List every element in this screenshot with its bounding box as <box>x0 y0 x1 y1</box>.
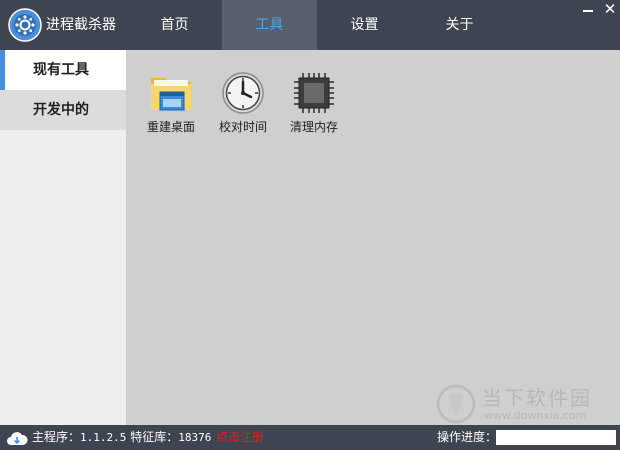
watermark: 当下软件园 www.downxia.com <box>436 382 618 426</box>
main-program-version: 1.1.2.5 <box>80 431 127 444</box>
progress-bar <box>496 430 616 445</box>
tools-panel: 重建桌面 校对时间 清理内存 <box>126 50 620 425</box>
sidebar-item-in-development[interactable]: 开发中的 <box>0 90 126 130</box>
feature-lib-version: 18376 <box>178 431 212 444</box>
version-info: 主程序：1.1.2.5 特征库：18376 <box>32 425 211 450</box>
tab-settings[interactable]: 设置 <box>317 0 412 50</box>
tool-clean-memory[interactable]: 清理内存 <box>284 70 344 135</box>
feature-lib-label: 特征库： <box>130 430 179 444</box>
status-bar: 主程序：1.1.2.5 特征库：18376 点击注册 操作进度： <box>0 425 620 450</box>
folder-window-icon <box>148 70 194 116</box>
sidebar: 现有工具 开发中的 <box>0 50 126 425</box>
minimize-icon <box>583 10 593 12</box>
app-title: 进程截杀器 <box>46 17 116 33</box>
close-icon: ✕ <box>603 0 617 18</box>
watermark-name: 当下软件园 <box>482 386 592 410</box>
cloud-icon <box>6 430 28 446</box>
sidebar-item-existing-tools[interactable]: 现有工具 <box>0 50 126 90</box>
tool-rebuild-desktop[interactable]: 重建桌面 <box>141 70 201 135</box>
app-logo-icon <box>8 8 42 42</box>
tab-home[interactable]: 首页 <box>127 0 222 50</box>
watermark-logo-icon <box>436 384 476 424</box>
clock-icon <box>220 70 266 116</box>
app-window: 进程截杀器 首页 工具 设置 关于 ✕ 现有工具 开发中的 重建桌面 校对时间 … <box>0 0 620 450</box>
watermark-url: www.downxia.com <box>484 409 587 422</box>
register-link[interactable]: 点击注册 <box>216 425 264 450</box>
tool-label: 重建桌面 <box>146 120 195 134</box>
main-nav: 首页 工具 设置 关于 <box>127 0 507 50</box>
tool-label: 清理内存 <box>289 120 338 134</box>
title-bar: 进程截杀器 首页 工具 设置 关于 ✕ <box>0 0 620 50</box>
tab-about[interactable]: 关于 <box>412 0 507 50</box>
main-program-label: 主程序： <box>32 430 81 444</box>
tab-tools[interactable]: 工具 <box>222 0 317 50</box>
progress-label: 操作进度： <box>437 430 498 444</box>
close-button[interactable]: ✕ <box>602 0 618 18</box>
tool-label: 校对时间 <box>218 120 267 134</box>
tool-sync-time[interactable]: 校对时间 <box>213 70 273 135</box>
chip-icon <box>291 70 337 116</box>
